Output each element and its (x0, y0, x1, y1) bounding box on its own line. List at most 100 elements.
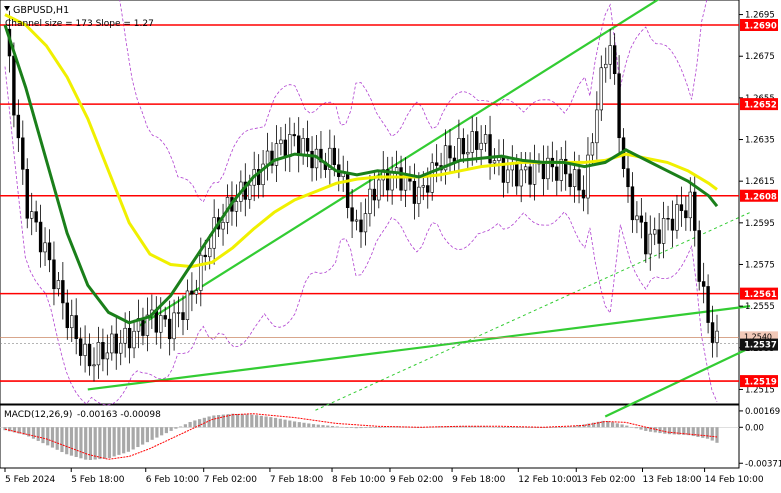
macd-bar (150, 427, 154, 440)
macd-bar (36, 427, 40, 441)
candle-body (515, 163, 519, 187)
candle-body (119, 342, 123, 354)
macd-bar (364, 427, 368, 428)
candle-body (501, 155, 506, 183)
candle-body (657, 229, 661, 244)
candle-body (675, 204, 679, 231)
level-price-label: 1.2519 (744, 378, 777, 388)
candle-body (372, 188, 377, 201)
macd-bar (141, 427, 145, 445)
candle-body (626, 168, 630, 188)
macd-bar (169, 427, 173, 431)
candle-body (43, 242, 47, 253)
macd-bar (667, 427, 672, 435)
candle-body (283, 139, 288, 158)
macd-bar (330, 425, 335, 428)
candle-body (78, 338, 83, 356)
candle-body (292, 134, 296, 137)
macd-bar (644, 427, 648, 431)
time-axis: 5 Feb 2024 5 Feb 18:00 6 Feb 10:00 7 Feb 02… (4, 468, 764, 485)
time-tick-label: 8 Feb 10:00 (332, 475, 386, 485)
macd-bar (269, 417, 273, 428)
candle-body (421, 185, 425, 188)
level-price-label: 1.2652 (744, 101, 777, 111)
time-tick-label: 6 Feb 10:00 (146, 475, 200, 485)
macd-bar (511, 427, 515, 428)
macd-bar (506, 427, 510, 428)
candle-body (305, 138, 310, 152)
candle-body (572, 169, 577, 187)
level-price-label: 1.2690 (744, 21, 777, 31)
current-price-label: 1.2537 (744, 341, 777, 351)
candle-body (568, 173, 572, 187)
macd-bar (501, 427, 505, 428)
candle-body (332, 147, 336, 166)
candle-body (345, 172, 350, 209)
time-tick-label: 7 Feb 18:00 (270, 475, 324, 485)
macd-values: -0.00163 -0.00098 (77, 410, 161, 420)
candle-body (310, 150, 314, 169)
macd-bar (179, 426, 183, 428)
macd-bar (93, 427, 97, 460)
macd-bar (634, 427, 638, 429)
candle-body (101, 342, 105, 360)
candle-body (25, 169, 29, 219)
candle-body (96, 342, 101, 366)
macd-bar (516, 427, 520, 428)
price-axis: 1.26951.26751.26551.26351.26151.25951.25… (739, 11, 778, 395)
candle-body (590, 142, 595, 156)
macd-title: MACD(12,26,9) (4, 410, 72, 420)
macd-bar (212, 415, 216, 428)
candle-body (123, 327, 127, 344)
candle-body (666, 218, 670, 220)
channel-indicator-label: Channel size = 173 Slope = 1.27 (5, 19, 154, 29)
candle-body (172, 312, 176, 340)
candle-body (639, 215, 644, 223)
macd-tick-label: -0.00371 (745, 459, 781, 469)
macd-bar (663, 427, 667, 434)
macd-bar (164, 427, 168, 434)
macd-bar (84, 427, 88, 460)
macd-bar (65, 427, 69, 455)
price-tick-label: 1.2675 (745, 52, 775, 62)
macd-bar (131, 427, 135, 450)
candle-body (577, 169, 581, 191)
candle-body (92, 364, 96, 367)
candle-body (301, 138, 305, 156)
macd-bar (492, 426, 496, 428)
candle-body (70, 315, 74, 329)
candle-body (234, 201, 239, 212)
macd-bar (520, 427, 524, 428)
candle-body (87, 343, 92, 367)
candle-body (354, 219, 359, 222)
time-tick-label: 9 Feb 02:00 (390, 475, 444, 485)
candle-body (248, 184, 252, 200)
candle-body (194, 290, 199, 295)
candle-body (541, 163, 546, 180)
macd-bar (639, 427, 643, 430)
candle-body (581, 189, 586, 199)
candle-body (528, 166, 532, 185)
candle-body (29, 211, 34, 219)
macd-bar (321, 425, 325, 428)
macd-bar (160, 427, 164, 436)
macd-bar (79, 427, 83, 459)
macd-bar (554, 427, 558, 428)
level-price-label: 1.2561 (744, 290, 777, 300)
macd-bar (250, 414, 254, 428)
candle-body (114, 333, 118, 354)
candle-body (679, 204, 684, 211)
candle-body (697, 230, 701, 282)
candle-body (688, 191, 693, 219)
candle-body (492, 160, 497, 164)
candle-body (279, 139, 283, 144)
macd-bar (354, 427, 358, 429)
macd-bar (335, 426, 339, 428)
candle-body (141, 318, 145, 336)
macd-bar (41, 427, 45, 444)
macd-bar (610, 422, 615, 428)
candle-body (105, 352, 110, 360)
time-tick-label: 13 Feb 02:00 (576, 475, 635, 485)
macd-bar (701, 427, 705, 438)
candle-body (154, 309, 158, 333)
